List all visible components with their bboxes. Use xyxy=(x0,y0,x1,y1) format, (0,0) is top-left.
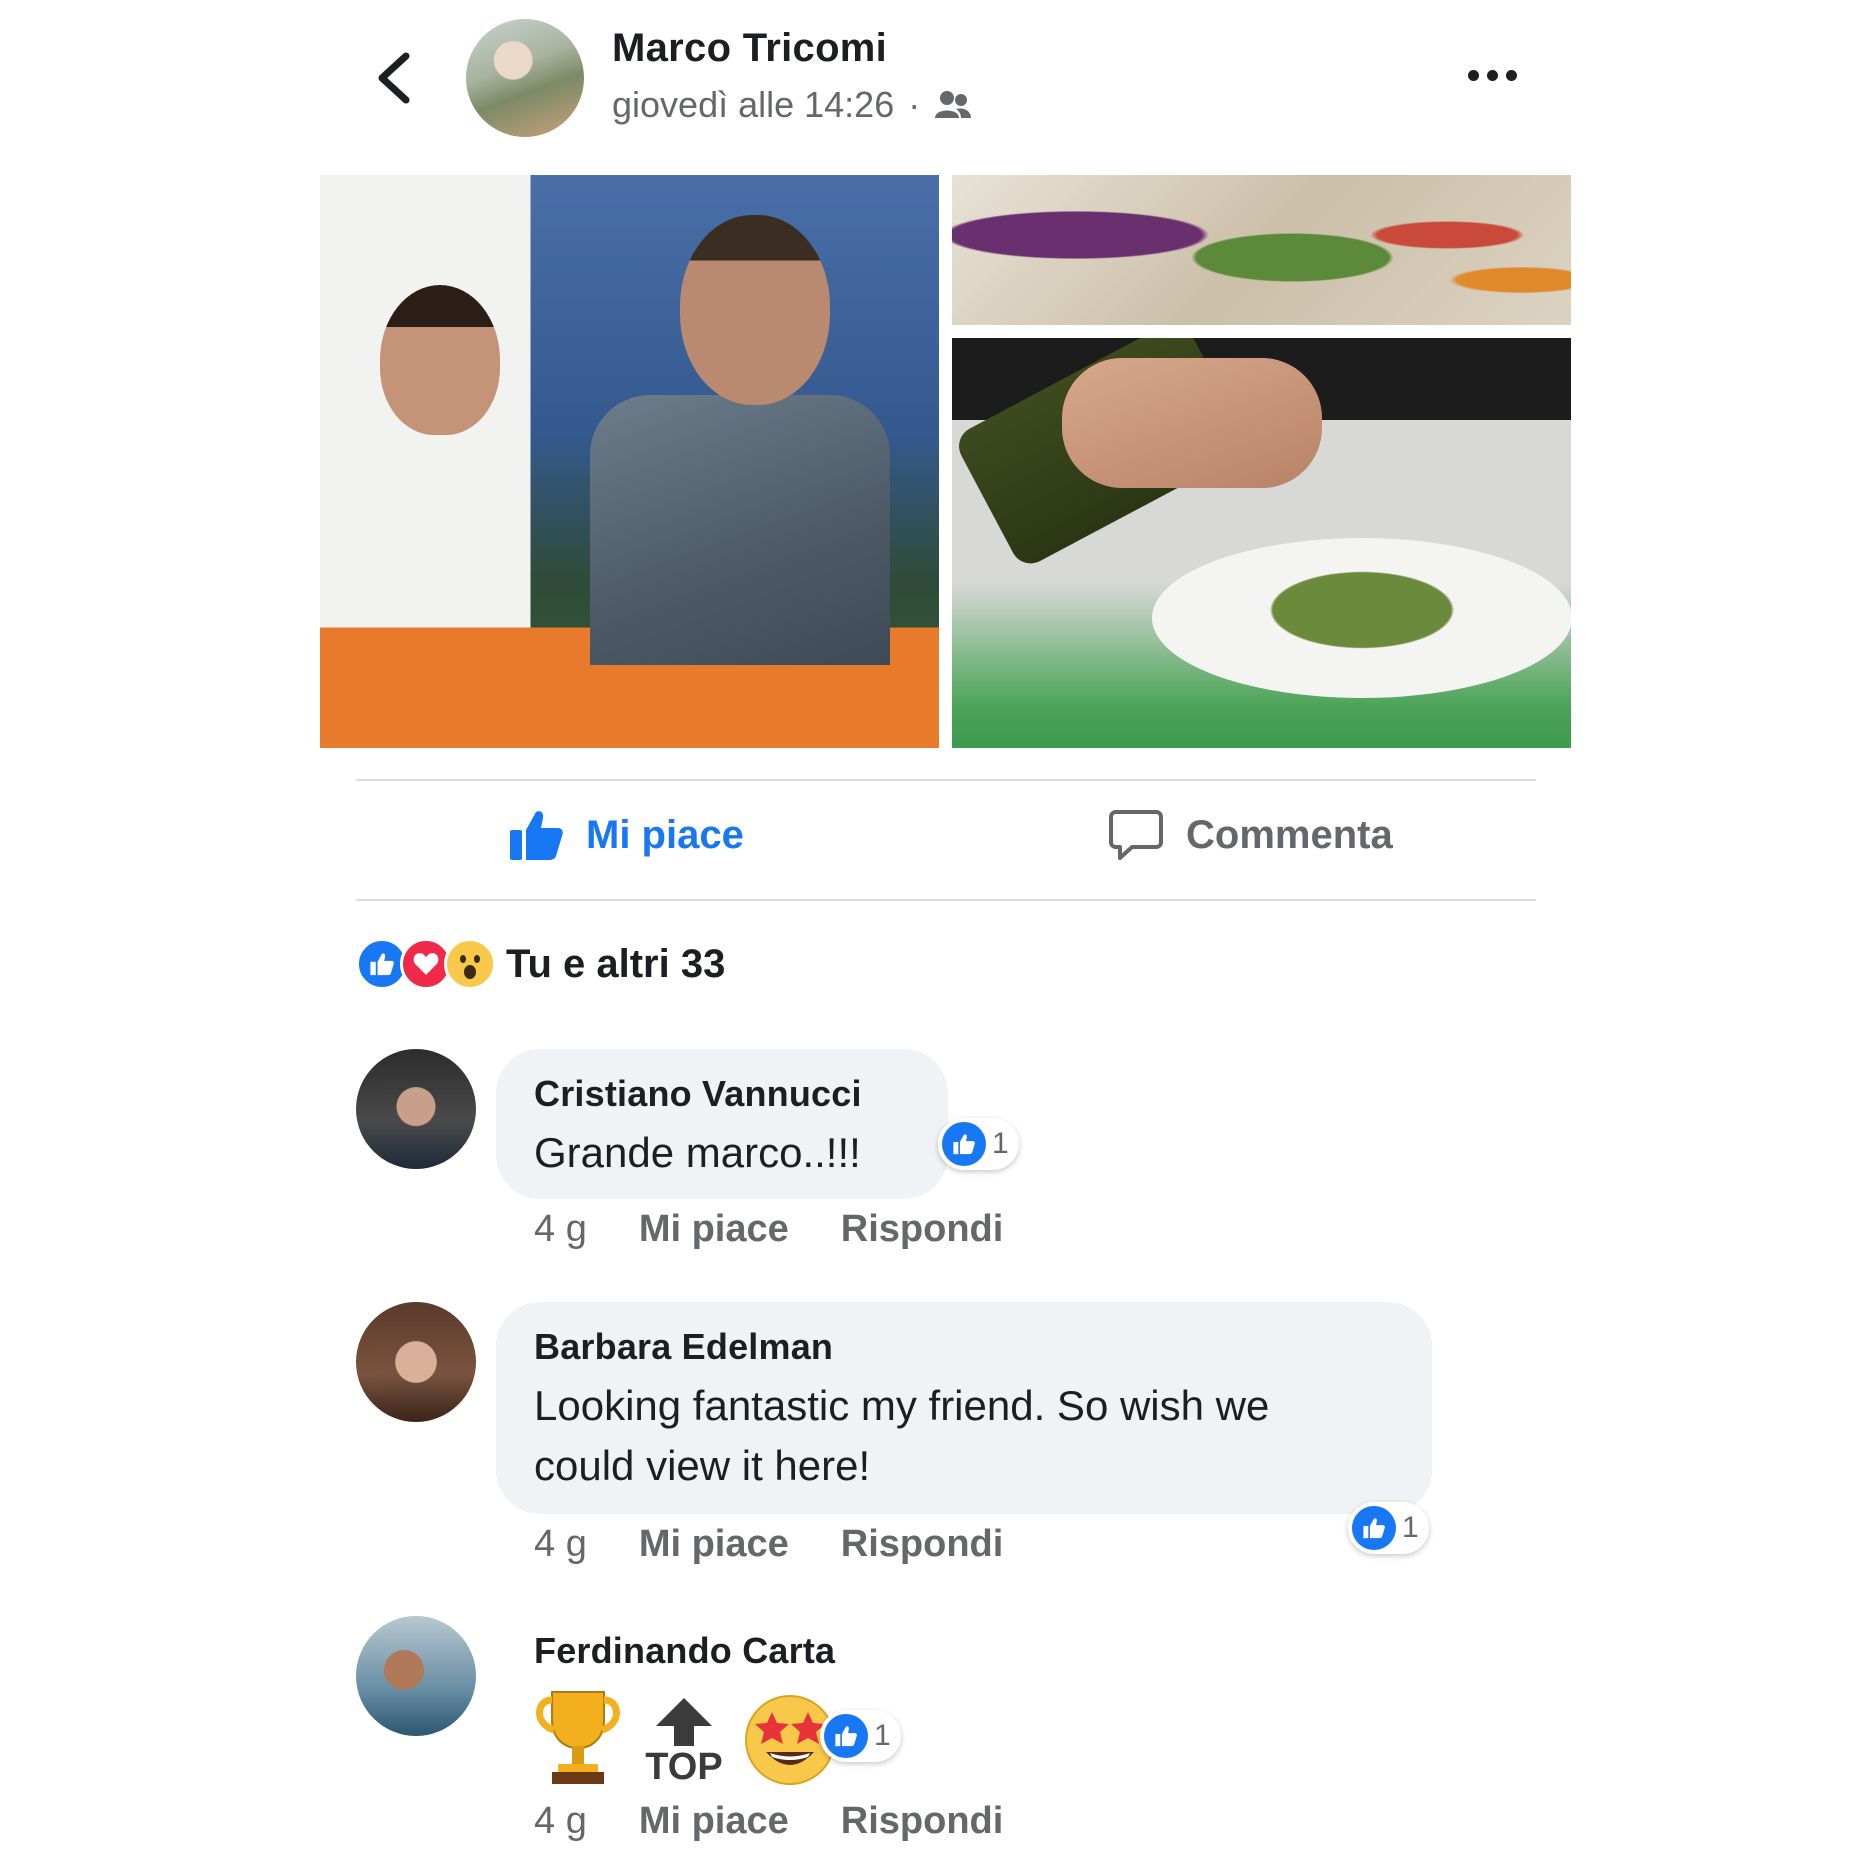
comment-reaction-badge[interactable]: 1 xyxy=(938,1118,1019,1170)
reactions-summary[interactable]: Tu e altri 33 xyxy=(356,938,725,990)
comment-time: 4 g xyxy=(534,1208,587,1250)
comment-text-line: could view it here! xyxy=(534,1442,871,1489)
comment-label: Commenta xyxy=(1186,812,1393,857)
comment-author[interactable]: Ferdinando Carta xyxy=(534,1630,835,1672)
comment-reaction-badge[interactable]: 1 xyxy=(1348,1502,1429,1554)
comment-emojis: TOP xyxy=(530,1686,838,1786)
comment-reply-button[interactable]: Rispondi xyxy=(841,1208,1004,1251)
more-dots-icon xyxy=(1468,69,1479,81)
comment-bubble[interactable]: Barbara Edelman Looking fantastic my fri… xyxy=(496,1302,1432,1514)
reactions-count-text: Tu e altri 33 xyxy=(506,941,726,986)
back-button[interactable] xyxy=(370,48,420,108)
chevron-left-icon xyxy=(378,52,410,104)
comment-icon xyxy=(1109,810,1163,860)
post-author-name[interactable]: Marco Tricomi xyxy=(612,26,887,71)
reaction-count: 1 xyxy=(992,1127,1009,1160)
like-reaction-icon xyxy=(942,1122,986,1166)
comment-actions: 4 g Mi piace Rispondi xyxy=(534,1800,1003,1843)
top-arrow-icon: TOP xyxy=(644,1696,724,1786)
comment-text: Looking fantastic my friend. So wish we … xyxy=(534,1376,1394,1496)
author-avatar[interactable] xyxy=(466,19,584,137)
comment-bubble[interactable]: Cristiano Vannucci Grande marco..!!! xyxy=(496,1049,948,1199)
post-photo-chefs[interactable] xyxy=(320,175,939,748)
comment-button[interactable]: Commenta xyxy=(1108,808,1393,862)
post-timestamp[interactable]: giovedì alle 14:26 xyxy=(612,84,894,126)
commenter-avatar[interactable] xyxy=(356,1049,476,1169)
thumbs-up-icon xyxy=(510,811,563,860)
comment-actions: 4 g Mi piace Rispondi xyxy=(534,1523,1003,1566)
comment-like-button[interactable]: Mi piace xyxy=(639,1523,789,1566)
post-photo-salad[interactable] xyxy=(952,175,1571,325)
comment-author[interactable]: Cristiano Vannucci xyxy=(534,1073,910,1115)
wow-reaction-icon xyxy=(444,938,496,990)
comment-time: 4 g xyxy=(534,1523,587,1565)
trophy-icon xyxy=(536,1691,620,1784)
like-reaction-icon xyxy=(1352,1506,1396,1550)
comment-text: Grande marco..!!! xyxy=(534,1129,861,1176)
post-meta: giovedì alle 14:26 · xyxy=(612,84,972,126)
post-photo-olive-oil[interactable] xyxy=(952,338,1571,748)
comment-actions: 4 g Mi piace Rispondi xyxy=(534,1208,1003,1251)
comment-reply-button[interactable]: Rispondi xyxy=(841,1523,1004,1566)
like-label: Mi piace xyxy=(586,812,744,857)
comment-reply-button[interactable]: Rispondi xyxy=(841,1800,1004,1843)
reaction-count: 1 xyxy=(1402,1511,1419,1544)
divider xyxy=(356,779,1536,781)
friends-icon xyxy=(935,91,972,118)
commenter-avatar[interactable] xyxy=(356,1302,476,1422)
divider xyxy=(356,899,1536,901)
comment-like-button[interactable]: Mi piace xyxy=(639,1800,789,1843)
like-reaction-icon xyxy=(824,1714,868,1758)
meta-separator: · xyxy=(908,84,921,125)
comment-text-line: Looking fantastic my friend. So wish we xyxy=(534,1382,1270,1429)
more-options-button[interactable] xyxy=(1468,60,1524,90)
like-button[interactable]: Mi piace xyxy=(508,808,744,862)
comment-like-button[interactable]: Mi piace xyxy=(639,1208,789,1251)
reaction-count: 1 xyxy=(874,1719,891,1752)
comment-time: 4 g xyxy=(534,1800,587,1842)
comment-author[interactable]: Barbara Edelman xyxy=(534,1326,1394,1368)
commenter-avatar[interactable] xyxy=(356,1616,476,1736)
top-label: TOP xyxy=(645,1746,723,1788)
comment-reaction-badge[interactable]: 1 xyxy=(820,1710,901,1762)
